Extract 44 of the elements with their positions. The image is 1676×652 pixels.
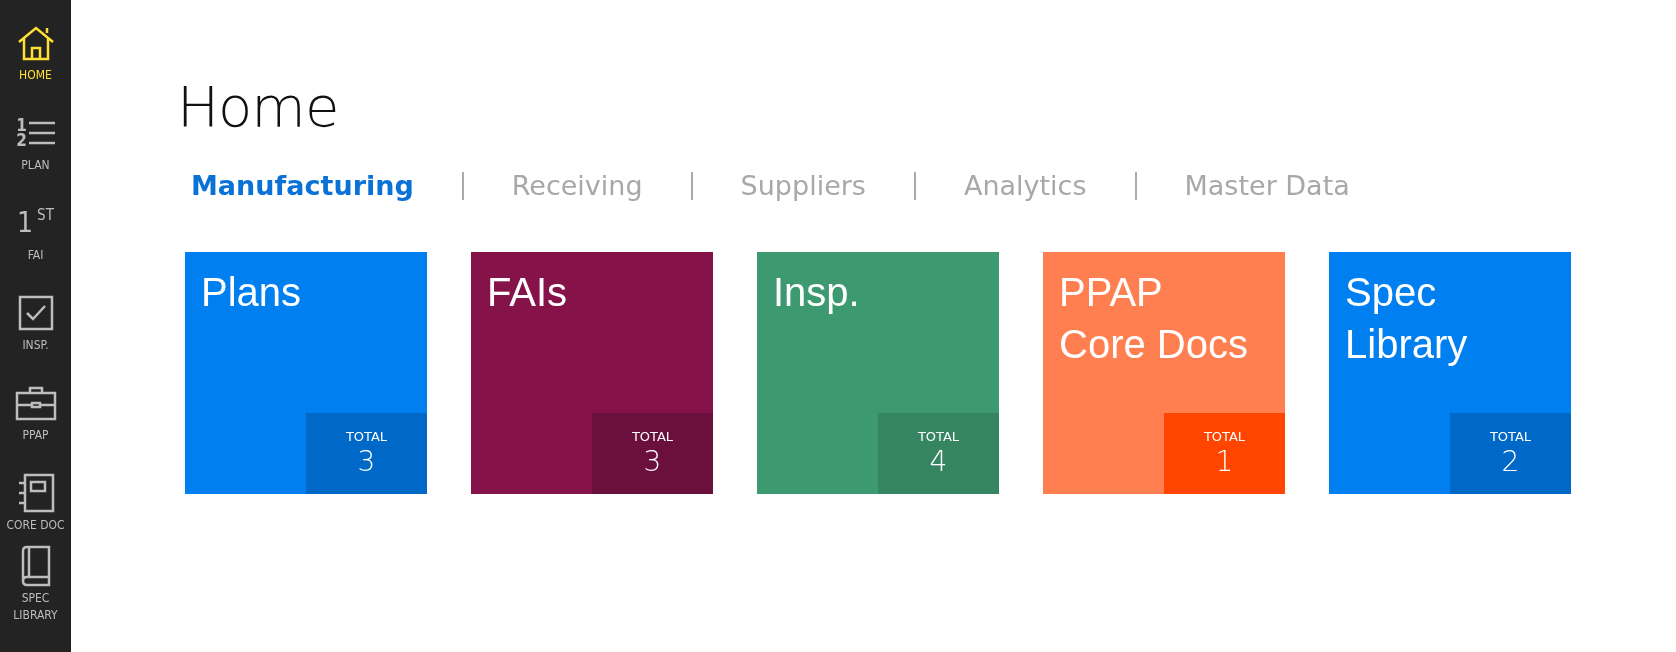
nav-label: INSP. xyxy=(21,337,50,354)
nav-label: FAI xyxy=(26,247,45,264)
nav-item[interactable]: 1$^{ST}$ FAI xyxy=(0,180,71,270)
tile[interactable]: Insp. TOTAL 4 xyxy=(757,252,999,494)
total-label: TOTAL xyxy=(1203,428,1246,445)
nav-item[interactable]: CORE DOC xyxy=(0,450,71,540)
nav-label: PPAP xyxy=(21,427,50,444)
number-glyph: 1 xyxy=(16,118,27,133)
list-lines-icon xyxy=(28,119,55,147)
tile-title: PPAP Core Docs xyxy=(1059,269,1249,368)
tab[interactable]: Manufacturing xyxy=(177,166,414,206)
briefcase-icon xyxy=(14,385,57,421)
nav-label: CORE DOC xyxy=(5,517,66,534)
nav-item[interactable]: SPEC LIBRARY xyxy=(0,540,71,630)
tile[interactable]: Spec Library TOTAL 2 xyxy=(1329,252,1571,494)
total-label: TOTAL xyxy=(1489,428,1532,445)
tile-title: Insp. xyxy=(773,269,861,316)
total-label: TOTAL xyxy=(631,428,674,445)
tile-title: FAIs xyxy=(487,269,569,316)
total-count: 3 xyxy=(357,444,376,479)
home-icon xyxy=(16,25,55,61)
nav-item[interactable]: HOME xyxy=(0,0,71,90)
checkbox-icon xyxy=(16,294,55,332)
tile-title: Plans xyxy=(201,269,303,316)
nav-item[interactable]: INSP. xyxy=(0,270,71,360)
tile-title: Spec Library xyxy=(1345,269,1469,368)
nav-item[interactable]: 1 2 PLAN xyxy=(0,90,71,180)
tile[interactable]: FAIs TOTAL 3 xyxy=(471,252,713,494)
tile[interactable]: PPAP Core Docs TOTAL 1 xyxy=(1043,252,1285,494)
ordinal-number: 1 xyxy=(17,208,34,238)
total-label: TOTAL xyxy=(917,428,960,445)
ordinal-suffix: ST xyxy=(37,208,54,223)
number-glyph: 2 xyxy=(16,133,27,148)
total-count: 1 xyxy=(1215,444,1234,479)
total-count: 4 xyxy=(929,444,948,479)
tile[interactable]: Plans TOTAL 3 xyxy=(185,252,427,494)
total-count: 3 xyxy=(643,444,662,479)
page-title: Home xyxy=(177,73,340,141)
total-label: TOTAL xyxy=(345,428,388,445)
nav-label: PLAN xyxy=(20,157,51,174)
nav-label: SPEC LIBRARY xyxy=(12,590,59,624)
total-count: 2 xyxy=(1501,444,1520,479)
nav-item[interactable]: PPAP xyxy=(0,360,71,450)
nav-label: HOME xyxy=(18,67,53,84)
